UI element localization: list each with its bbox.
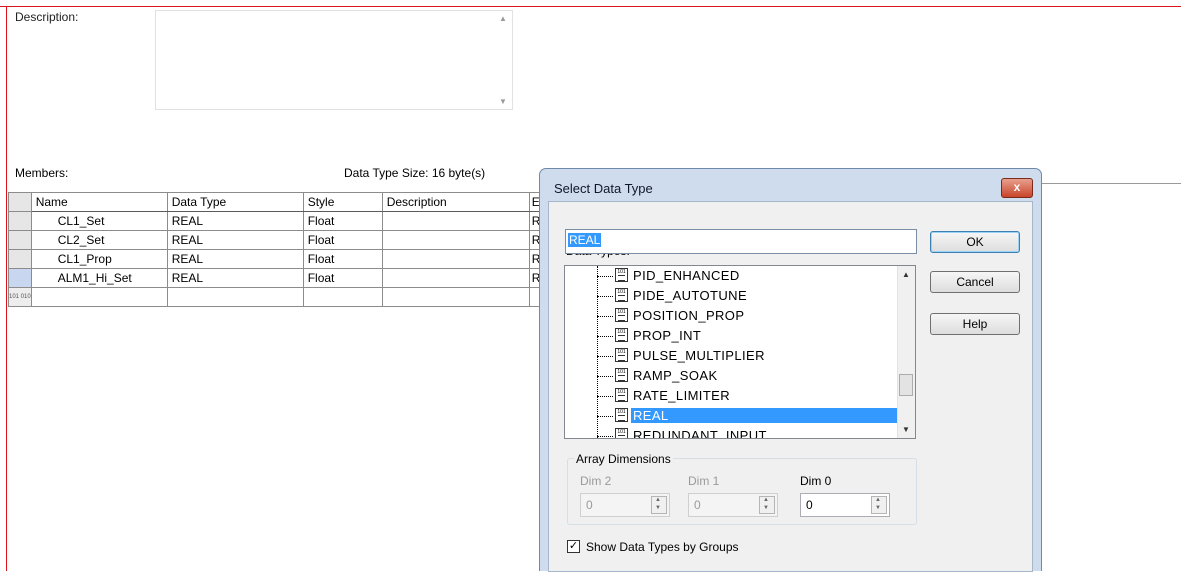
member-name-cell[interactable]: CL1_Prop <box>30 249 168 269</box>
editor-frame-left-border <box>6 6 7 571</box>
member-style-cell[interactable]: Float <box>302 268 383 288</box>
show-groups-checkbox[interactable]: ✓ <box>567 540 580 553</box>
new-row-icon[interactable]: 101 010 <box>8 287 32 307</box>
member-style-cell[interactable]: Float <box>302 211 383 231</box>
dim2-label: Dim 2 <box>580 474 612 488</box>
table-row-new[interactable]: 101 010 <box>8 287 544 307</box>
column-header-style[interactable]: Style <box>302 192 383 212</box>
data-types-input-value: REAL <box>568 233 602 247</box>
table-row[interactable]: ALM1_Hi_Set REAL Float R <box>8 268 544 288</box>
help-button[interactable]: Help <box>930 313 1020 335</box>
tree-item-label: PULSE_MULTIPLIER <box>633 348 765 363</box>
dim2-spinner: 0 ▲ ▼ <box>580 493 670 517</box>
editor-frame-top-border <box>0 6 1181 7</box>
data-type-icon: 101 <box>615 328 628 342</box>
data-type-icon: 101 <box>615 428 628 438</box>
ok-button[interactable]: OK <box>930 231 1020 253</box>
column-header-data-type[interactable]: Data Type <box>166 192 304 212</box>
scroll-down-arrow-icon[interactable]: ▼ <box>499 97 507 106</box>
tree-item-label: PID_ENHANCED <box>633 268 740 283</box>
tree-item-label: REAL <box>631 408 915 423</box>
dim1-label: Dim 1 <box>688 474 720 488</box>
column-header-name[interactable]: Name <box>30 192 168 212</box>
data-type-icon: 101 <box>615 308 628 322</box>
row-selector[interactable] <box>8 211 32 231</box>
separator-line <box>1040 183 1181 184</box>
row-selector-current[interactable] <box>8 268 32 288</box>
dim1-spinner: 0 ▲ ▼ <box>688 493 778 517</box>
member-data-type-cell[interactable]: REAL <box>166 211 304 231</box>
row-selector-header <box>8 192 32 212</box>
dim0-value[interactable]: 0 <box>806 498 813 512</box>
data-type-icon: 101 <box>615 268 628 282</box>
member-description-cell[interactable] <box>381 230 530 250</box>
close-icon[interactable]: x <box>1001 178 1033 198</box>
tree-item-label: REDUNDANT_INPUT <box>633 428 767 439</box>
row-selector[interactable] <box>8 249 32 269</box>
new-member-description-cell[interactable] <box>381 287 530 307</box>
scroll-up-arrow-icon[interactable]: ▲ <box>902 270 910 279</box>
new-member-name-cell[interactable] <box>30 287 168 307</box>
member-data-type-cell[interactable]: REAL <box>166 230 304 250</box>
member-name-cell[interactable]: CL2_Set <box>30 230 168 250</box>
tree-connector-line <box>597 266 599 438</box>
member-style-cell[interactable]: Float <box>302 249 383 269</box>
dialog-title: Select Data Type <box>554 181 653 196</box>
data-type-icon: 101 <box>615 388 628 402</box>
grid-header-row: Name Data Type Style Description E <box>8 192 544 212</box>
tree-item-label: PIDE_AUTOTUNE <box>633 288 748 303</box>
new-member-style-cell[interactable] <box>302 287 383 307</box>
row-selector[interactable] <box>8 230 32 250</box>
spinner-arrows-icon[interactable]: ▲ ▼ <box>871 496 887 514</box>
member-description-cell[interactable] <box>381 211 530 231</box>
members-label: Members: <box>15 166 69 180</box>
cancel-button[interactable]: Cancel <box>930 271 1020 293</box>
member-description-cell[interactable] <box>381 268 530 288</box>
members-grid: Name Data Type Style Description E CL1_S… <box>8 192 544 307</box>
scroll-up-arrow-icon[interactable]: ▲ <box>499 14 507 23</box>
tree-item-label: POSITION_PROP <box>633 308 745 323</box>
column-header-description[interactable]: Description <box>381 192 530 212</box>
data-type-icon: 101 <box>615 348 628 362</box>
data-types-input[interactable]: REAL <box>565 229 917 254</box>
tree-item-label: RATE_LIMITER <box>633 388 731 403</box>
data-type-icon: 101 <box>615 368 628 382</box>
table-row[interactable]: CL2_Set REAL Float R <box>8 230 544 250</box>
member-data-type-cell[interactable]: REAL <box>166 268 304 288</box>
dim0-spinner[interactable]: 0 ▲ ▼ <box>800 493 890 517</box>
array-dimensions-label: Array Dimensions <box>574 452 673 466</box>
member-description-cell[interactable] <box>381 249 530 269</box>
table-row[interactable]: CL1_Prop REAL Float R <box>8 249 544 269</box>
data-type-icon: 101 <box>615 288 628 302</box>
data-type-size-label: Data Type Size: 16 byte(s) <box>344 166 486 180</box>
member-name-cell[interactable]: ALM1_Hi_Set <box>30 268 168 288</box>
dim1-value: 0 <box>694 498 701 512</box>
tree-item-label: PROP_INT <box>633 328 702 343</box>
data-type-icon: 101 <box>615 408 628 422</box>
tree-item-label: RAMP_SOAK <box>633 368 718 383</box>
member-name-cell[interactable]: CL1_Set <box>30 211 168 231</box>
spinner-arrows-icon: ▲ ▼ <box>651 496 667 514</box>
new-member-data-type-cell[interactable] <box>166 287 304 307</box>
scrollbar-thumb[interactable] <box>899 374 913 396</box>
data-types-tree[interactable]: 101 PID_ENHANCED 101 PIDE_AUTOTUNE 101 P… <box>564 265 916 439</box>
description-scrollbar[interactable]: ▲ ▼ <box>495 11 512 109</box>
show-groups-label[interactable]: Show Data Types by Groups <box>586 540 739 554</box>
description-textarea[interactable]: ▲ ▼ <box>155 10 513 110</box>
member-style-cell[interactable]: Float <box>302 230 383 250</box>
tree-scrollbar[interactable]: ▲ ▼ <box>897 266 915 438</box>
description-label: Description: <box>15 10 79 24</box>
member-data-type-cell[interactable]: REAL <box>166 249 304 269</box>
spinner-arrows-icon: ▲ ▼ <box>759 496 775 514</box>
table-row[interactable]: CL1_Set REAL Float R <box>8 211 544 231</box>
dim2-value: 0 <box>586 498 593 512</box>
dim0-label: Dim 0 <box>800 474 832 488</box>
scroll-down-arrow-icon[interactable]: ▼ <box>902 425 910 434</box>
